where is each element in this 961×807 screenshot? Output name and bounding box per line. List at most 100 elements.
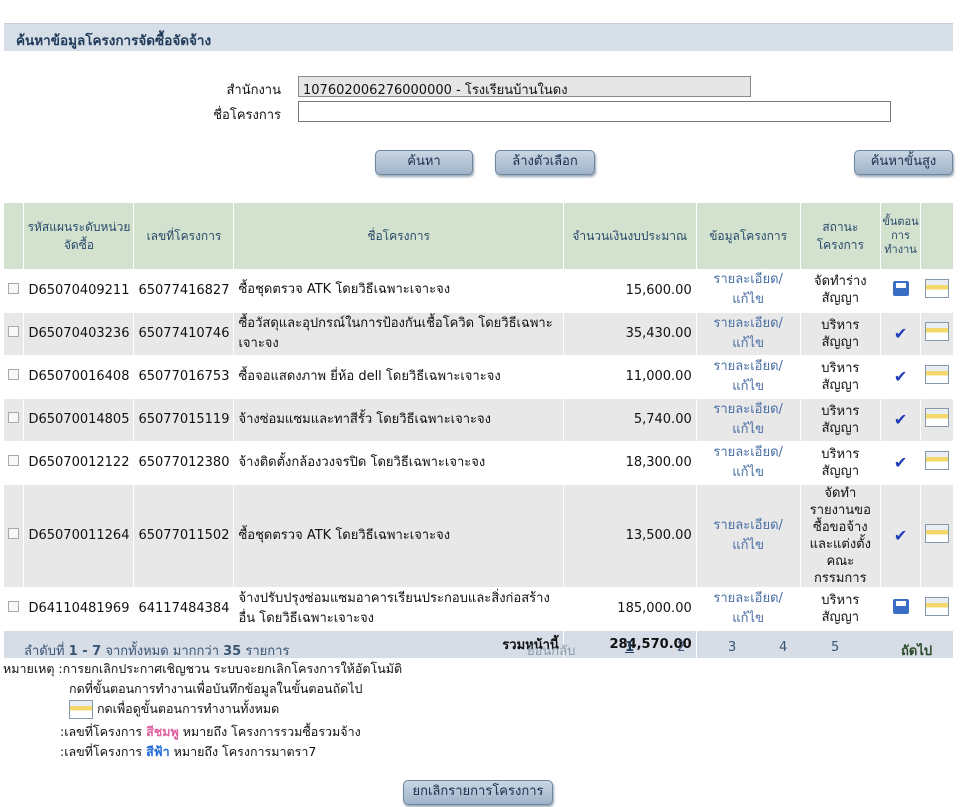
detail-edit-link[interactable]: รายละเอียด/แก้ไข xyxy=(696,355,801,399)
workflow-list-icon[interactable] xyxy=(924,451,949,470)
save-icon[interactable] xyxy=(892,599,909,614)
status-cell: จัดทำร่างสัญญา xyxy=(800,269,882,313)
row-checkbox[interactable] xyxy=(8,412,20,423)
project-name-cell: ซื้อชุดตรวจ ATK โดยวิธีเฉพาะเจาะจง xyxy=(233,269,564,313)
project-table: รหัสแผนระดับหน่วยจัดซื้อ เลขที่โครงการ ช… xyxy=(4,203,955,659)
view-steps-cell xyxy=(920,484,955,588)
project-row: ชื่อโครงการ xyxy=(0,101,961,123)
agency-label: สำนักงาน xyxy=(226,83,281,98)
row-checkbox-cell xyxy=(4,587,25,631)
step-cell xyxy=(880,587,921,631)
row-checkbox[interactable] xyxy=(8,528,20,539)
agency-field[interactable]: 107602006276000000 - โรงเรียนบ้านในดง xyxy=(298,76,751,98)
row-checkbox[interactable] xyxy=(8,601,20,612)
page-link-3[interactable]: 3 xyxy=(728,640,736,655)
note-line-2: กดที่ขั้นตอนการทำงานเพื่อบันทึกข้อมูลในข… xyxy=(69,681,363,696)
workflow-list-icon[interactable] xyxy=(924,408,949,427)
step-cell: ✔ xyxy=(880,441,921,485)
row-checkbox-cell xyxy=(4,269,25,313)
view-steps-cell xyxy=(920,269,955,313)
detail-edit-link[interactable]: รายละเอียด/แก้ไข xyxy=(696,269,801,313)
workflow-list-icon[interactable] xyxy=(924,322,949,341)
step-cell: ✔ xyxy=(880,312,921,356)
page-link-1[interactable]: 1 xyxy=(625,640,634,655)
plan-code-cell: D65070014805 xyxy=(23,398,135,442)
status-cell: บริหารสัญญา xyxy=(800,355,882,399)
project-no-cell: 65077410746 xyxy=(133,312,235,356)
workflow-list-icon[interactable] xyxy=(924,278,949,298)
row-checkbox[interactable] xyxy=(8,326,20,337)
page-link-2[interactable]: 2 xyxy=(677,640,685,655)
check-icon[interactable]: ✔ xyxy=(894,526,907,545)
budget-cell: 15,600.00 xyxy=(563,269,697,313)
plan-code-cell: D64110481969 xyxy=(23,587,135,631)
check-icon[interactable]: ✔ xyxy=(894,324,907,343)
view-steps-cell xyxy=(920,312,955,356)
budget-cell: 185,000.00 xyxy=(563,587,697,631)
pager-next[interactable]: ถัดไป xyxy=(901,640,932,661)
clear-button[interactable]: ล้างตัวเลือก xyxy=(495,150,595,175)
header-info: ข้อมูลโครงการ xyxy=(696,203,801,269)
plan-code-cell: D65070011264 xyxy=(23,484,135,588)
check-icon[interactable]: ✔ xyxy=(894,410,907,429)
step-cell: ✔ xyxy=(880,398,921,442)
check-icon[interactable]: ✔ xyxy=(894,367,907,386)
detail-edit-link[interactable]: รายละเอียด/แก้ไข xyxy=(696,587,801,631)
project-no-cell: 65077016753 xyxy=(133,355,235,399)
workflow-list-icon xyxy=(69,700,93,719)
note-line-5: :เลขที่โครงการ สีฟ้า หมายถึง โครงการมาตร… xyxy=(60,744,317,759)
search-button[interactable]: ค้นหา xyxy=(375,150,473,175)
page-link-4[interactable]: 4 xyxy=(779,640,787,655)
detail-edit-link[interactable]: รายละเอียด/แก้ไข xyxy=(696,398,801,442)
workflow-list-icon[interactable] xyxy=(924,524,949,543)
plan-code-cell: D65070403236 xyxy=(23,312,135,356)
project-no-cell: 65077012380 xyxy=(133,441,235,485)
table-row: D65070012122 65077012380 จ้างติดตั้งกล้องว… xyxy=(4,441,955,485)
view-steps-cell xyxy=(920,441,955,485)
detail-edit-link[interactable]: รายละเอียด/แก้ไข xyxy=(696,484,801,588)
table-row: D65070011264 65077011502 ซื้อชุดตรวจ ATK โ… xyxy=(4,484,955,588)
step-cell: ✔ xyxy=(880,355,921,399)
detail-edit-link[interactable]: รายละเอียด/แก้ไข xyxy=(696,312,801,356)
advanced-search-button[interactable]: ค้นหาขั้นสูง xyxy=(854,150,953,175)
view-steps-cell xyxy=(920,398,955,442)
view-steps-cell xyxy=(920,355,955,399)
detail-edit-link[interactable]: รายละเอียด/แก้ไข xyxy=(696,441,801,485)
row-checkbox-cell xyxy=(4,312,25,356)
save-icon[interactable] xyxy=(892,280,909,296)
plan-code-cell: D65070409211 xyxy=(23,269,135,313)
row-checkbox[interactable] xyxy=(8,369,20,380)
header-step: ขั้นตอนการทำงาน xyxy=(880,203,921,269)
workflow-list-icon[interactable] xyxy=(924,597,949,616)
project-no-cell: 65077015119 xyxy=(133,398,235,442)
row-checkbox-cell xyxy=(4,484,25,588)
header-select xyxy=(4,203,25,269)
note-line-4: :เลขที่โครงการ สีชมพู หมายถึง โครงการรวม… xyxy=(60,724,361,739)
table-row: D65070014805 65077015119 จ้างซ่อมแซมและทาส… xyxy=(4,398,955,442)
status-cell: บริหารสัญญา xyxy=(800,312,882,356)
step-cell xyxy=(880,269,921,313)
header-plan-code: รหัสแผนระดับหน่วยจัดซื้อ xyxy=(23,203,135,269)
note-line-1: หมายเหตุ :การยกเลิกประกาศเชิญชวน ระบบจะย… xyxy=(3,661,403,676)
project-name-cell: จ้างติดตั้งกล้องวงจรปิด โดยวิธีเฉพาะเจาะ… xyxy=(233,441,564,485)
cancel-project-list-button[interactable]: ยกเลิกรายการโครงการ xyxy=(403,780,553,805)
row-checkbox-cell xyxy=(4,398,25,442)
page-link-5[interactable]: 5 xyxy=(831,640,839,655)
header-status: สถานะโครงการ xyxy=(800,203,882,269)
row-checkbox-cell xyxy=(4,441,25,485)
pager: ลำดับที่ 1 - 7 จากทั้งหมด มากกว่า 35 ราย… xyxy=(0,640,961,661)
pager-summary: ลำดับที่ 1 - 7 จากทั้งหมด มากกว่า 35 ราย… xyxy=(24,644,290,659)
check-icon[interactable]: ✔ xyxy=(894,453,907,472)
project-name-input[interactable] xyxy=(298,101,891,122)
project-name-cell: จ้างปรับปรุงซ่อมแซมอาคารเรียนประกอบและสิ… xyxy=(233,587,564,631)
project-name-cell: ซื้อวัสดุและอุปกรณ์ในการป้องกันเชื้อโควิ… xyxy=(233,312,564,356)
table-row: D64110481969 64117484384 จ้างปรับปรุงซ่อมแ… xyxy=(4,587,955,631)
budget-cell: 35,430.00 xyxy=(563,312,697,356)
row-checkbox[interactable] xyxy=(8,455,20,466)
row-checkbox[interactable] xyxy=(8,282,20,294)
pager-back[interactable]: ย้อนกลับ xyxy=(527,640,575,661)
plan-code-cell: D65070012122 xyxy=(23,441,135,485)
header-project-name: ชื่อโครงการ xyxy=(233,203,564,269)
workflow-list-icon[interactable] xyxy=(924,365,949,384)
budget-cell: 11,000.00 xyxy=(563,355,697,399)
